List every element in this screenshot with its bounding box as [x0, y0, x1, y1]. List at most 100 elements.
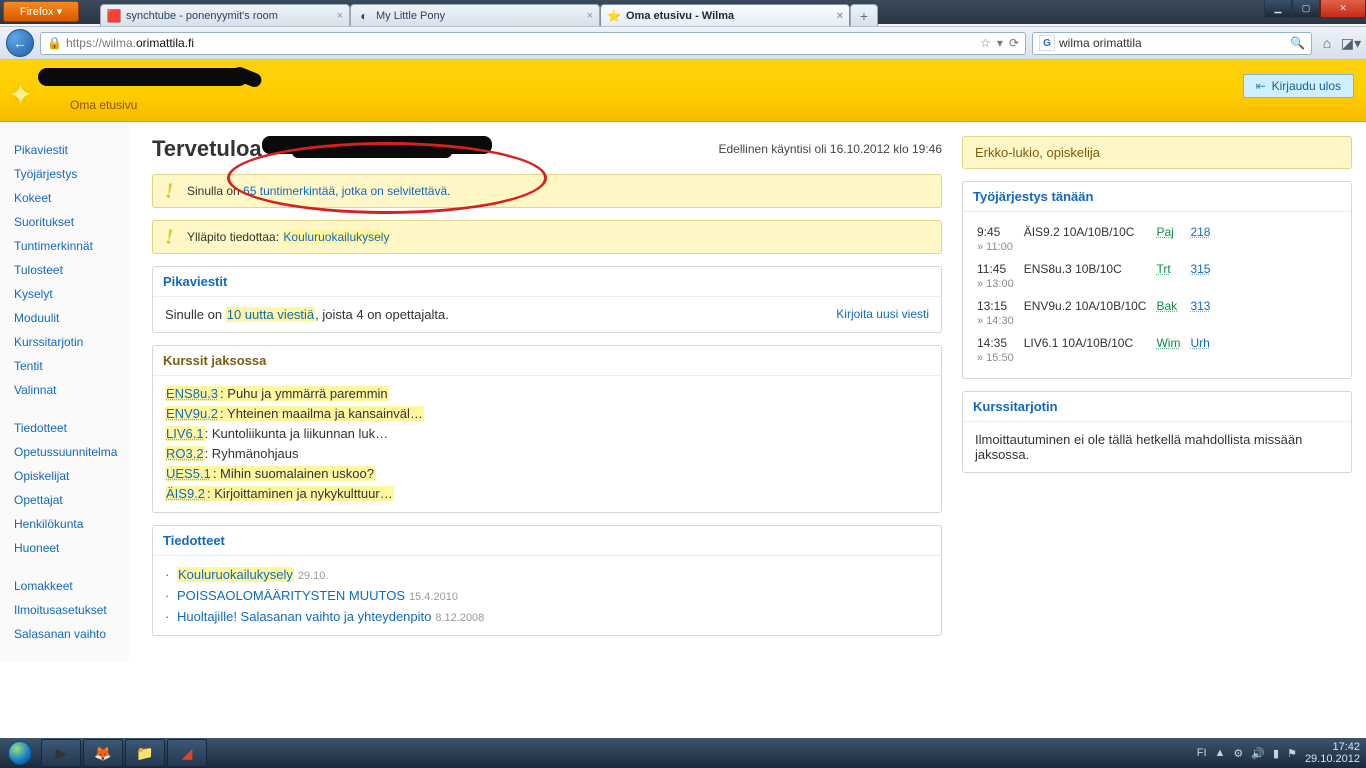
course-code-link[interactable]: ÄIS9.2: [165, 486, 206, 501]
sidebar-item[interactable]: Salasanan vaihto: [0, 622, 129, 646]
news-title[interactable]: Tiedotteet: [153, 526, 941, 556]
sched-end-time: » 13:00: [977, 278, 1022, 294]
sched-room-link[interactable]: Urh: [1190, 336, 1209, 350]
sidebar-item[interactable]: Suoritukset: [0, 210, 129, 234]
bullet-icon: ·: [165, 588, 169, 603]
warning-icon: !: [165, 230, 179, 244]
tray-action-icon[interactable]: ⚑: [1287, 747, 1297, 760]
course-code-link[interactable]: UES5.1: [165, 466, 212, 481]
course-desc: : Yhteinen maailma ja kansainväl…: [219, 406, 424, 421]
alert2-link[interactable]: Kouluruokailukysely: [282, 230, 390, 244]
sidebar-item[interactable]: Lomakkeet: [0, 574, 129, 598]
search-query-text: wilma orimattila: [1059, 36, 1142, 50]
write-new-message-link[interactable]: Kirjoita uusi viesti: [836, 307, 929, 321]
reload-icon[interactable]: ⟳: [1009, 36, 1019, 50]
messages-title[interactable]: Pikaviestit: [153, 267, 941, 297]
alert1-link[interactable]: 65 tuntimerkintää, jotka on selvitettävä: [243, 184, 447, 198]
page-title: Tervetuloa: [152, 136, 262, 162]
last-visit-text: Edellinen käyntisi oli 16.10.2012 klo 19…: [719, 142, 943, 156]
course-code-link[interactable]: ENV9u.2: [165, 406, 219, 421]
course-code-link[interactable]: RO3.2: [165, 446, 205, 461]
window-close-button[interactable]: ✕: [1320, 0, 1366, 18]
logout-button[interactable]: ⇤ Kirjaudu ulos: [1243, 74, 1354, 98]
sched-teacher-link[interactable]: Trt: [1156, 262, 1170, 276]
alert-hour-markings: ! Sinulla on 65 tuntimerkintää, jotka on…: [152, 174, 942, 208]
course-row: RO3.2: Ryhmänohjaus: [165, 444, 929, 464]
sidebar-item[interactable]: Pikaviestit: [0, 138, 129, 162]
sidebar-item[interactable]: Valinnat: [0, 378, 129, 402]
sched-room-link[interactable]: 313: [1190, 299, 1210, 313]
logout-icon: ⇤: [1256, 79, 1266, 93]
redacted-username: [38, 68, 248, 86]
alert-admin: ! Ylläpito tiedottaa: Kouluruokailukysel…: [152, 220, 942, 254]
start-button[interactable]: [0, 738, 40, 768]
news-link[interactable]: Kouluruokailukysely: [177, 567, 294, 582]
sidebar-item[interactable]: Kokeet: [0, 186, 129, 210]
browser-tab[interactable]: ⭐Oma etusivu - Wilma×: [600, 4, 850, 26]
home-icon[interactable]: ⌂: [1318, 34, 1336, 52]
sidebar-item[interactable]: Työjärjestys: [0, 162, 129, 186]
news-link[interactable]: POISSAOLOMÄÄRITYSTEN MUUTOS: [177, 588, 405, 603]
dropdown-icon[interactable]: ▾: [997, 36, 1003, 50]
new-tab-button[interactable]: +: [850, 4, 878, 26]
address-bar[interactable]: 🔒 https://wilma.orimattila.fi ☆ ▾ ⟳: [40, 32, 1026, 55]
news-date: 29.10.: [298, 570, 329, 582]
task-explorer[interactable]: 📁: [125, 739, 165, 767]
task-firefox[interactable]: 🦊: [83, 739, 123, 767]
tray-flag-icon[interactable]: ▲: [1215, 747, 1226, 759]
sidebar-item[interactable]: Opettajat: [0, 488, 129, 512]
sidebar-item[interactable]: Kyselyt: [0, 282, 129, 306]
tab-favicon: 🟥: [107, 9, 121, 23]
sched-time: 14:35: [977, 333, 1022, 350]
course-tray-title[interactable]: Kurssitarjotin: [963, 392, 1351, 422]
bookmark-icon[interactable]: ☆: [980, 36, 991, 50]
tray-network-icon[interactable]: ⚙: [1233, 747, 1243, 760]
task-media-player[interactable]: ▶: [41, 739, 81, 767]
sidebar-item[interactable]: Kurssitarjotin: [0, 330, 129, 354]
schedule-title[interactable]: Työjärjestys tänään: [963, 182, 1351, 212]
sidebar-item[interactable]: Moduulit: [0, 306, 129, 330]
browser-tab[interactable]: 🟥synchtube - ponenyymit's room×: [100, 4, 350, 26]
sidebar-item[interactable]: Tulosteet: [0, 258, 129, 282]
tab-close-icon[interactable]: ×: [337, 10, 343, 22]
sched-room-link[interactable]: 218: [1190, 225, 1210, 239]
lock-icon: 🔒: [47, 36, 62, 50]
sched-room-link[interactable]: 315: [1190, 262, 1210, 276]
sched-teacher-link[interactable]: Wim: [1156, 336, 1180, 350]
url-prefix: https://wilma.: [66, 36, 136, 50]
sidebar-item[interactable]: Tuntimerkinnät: [0, 234, 129, 258]
nav-back-button[interactable]: ←: [6, 29, 34, 57]
url-host: orimattila.fi: [136, 36, 194, 50]
sidebar-item[interactable]: Ilmoitusasetukset: [0, 598, 129, 622]
sched-time: 13:15: [977, 296, 1022, 313]
sidebar-item[interactable]: Opiskelijat: [0, 464, 129, 488]
tray-volume-icon[interactable]: 🔊: [1251, 747, 1265, 760]
sidebar-item[interactable]: Tentit: [0, 354, 129, 378]
firefox-menu-button[interactable]: Firefox ▾: [3, 1, 79, 22]
tray-battery-icon[interactable]: ▮: [1273, 747, 1279, 760]
course-code-link[interactable]: LIV6.1: [165, 426, 205, 441]
window-maximize-button[interactable]: ▢: [1292, 0, 1320, 18]
course-row: UES5.1: Mihin suomalainen uskoo?: [165, 464, 929, 484]
wilma-star-icon: ✦: [8, 78, 33, 113]
sched-teacher-link[interactable]: Bak: [1156, 299, 1177, 313]
sidebar-item[interactable]: Tiedotteet: [0, 416, 129, 440]
sched-teacher-link[interactable]: Paj: [1156, 225, 1173, 239]
browser-tab[interactable]: ◐My Little Pony×: [350, 4, 600, 26]
lang-indicator[interactable]: FI: [1197, 747, 1207, 759]
tab-close-icon[interactable]: ×: [837, 10, 843, 22]
taskbar-clock[interactable]: 17:42 29.10.2012: [1305, 741, 1360, 765]
course-code-link[interactable]: ENS8u.3: [165, 386, 219, 401]
search-bar[interactable]: G wilma orimattila 🔍: [1032, 32, 1312, 55]
sidebar-item[interactable]: Huoneet: [0, 536, 129, 560]
sidebar-item[interactable]: Opetussuunnitelma: [0, 440, 129, 464]
news-link[interactable]: Huoltajille! Salasanan vaihto ja yhteyde…: [177, 609, 431, 624]
window-minimize-button[interactable]: ▁: [1264, 0, 1292, 18]
tab-close-icon[interactable]: ×: [587, 10, 593, 22]
alert2-pre: Ylläpito tiedottaa:: [187, 230, 282, 244]
bookmarks-menu-icon[interactable]: ◪▾: [1342, 34, 1360, 52]
task-app[interactable]: ◢: [167, 739, 207, 767]
sidebar-item[interactable]: Henkilökunta: [0, 512, 129, 536]
search-icon[interactable]: 🔍: [1290, 36, 1305, 50]
msgs-link[interactable]: 10 uutta viestiä: [226, 307, 315, 322]
